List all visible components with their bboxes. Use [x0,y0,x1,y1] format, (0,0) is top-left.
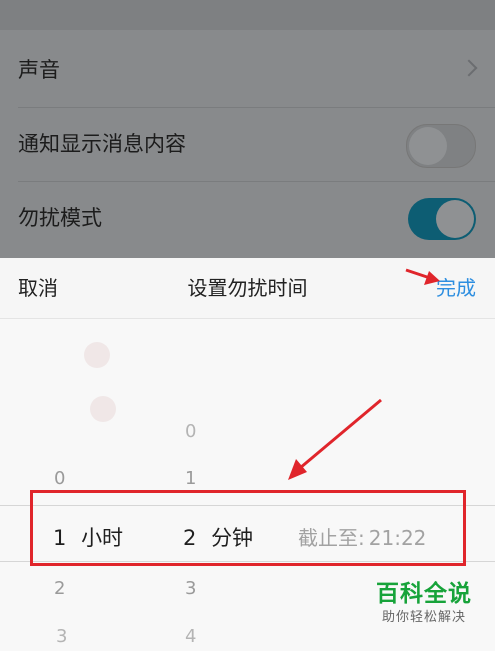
toggle-knob [409,127,447,165]
done-button[interactable]: 完成 [436,258,476,318]
hour-option[interactable]: 3 [56,626,67,647]
settings-background: 声音 通知显示消息内容 勿扰模式 [0,0,495,258]
watermark-subtitle: 助你轻松解决 [381,610,466,625]
settings-row-notification-content: 通知显示消息内容 [0,108,495,180]
watermark-title: 百科全说 [376,581,472,607]
cancel-button[interactable]: 取消 [18,258,58,318]
notification-content-toggle[interactable] [406,124,476,168]
chevron-right-icon [460,59,478,77]
settings-row-label: 声音 [18,58,60,82]
watermark-logo: 百科全说 助你轻松解决 [363,579,485,643]
minute-option[interactable]: 0 [185,421,196,442]
hour-option[interactable]: 0 [54,468,65,489]
do-not-disturb-toggle[interactable] [408,198,476,240]
minute-option[interactable]: 3 [185,578,196,599]
settings-row-label: 通知显示消息内容 [18,132,186,156]
minute-option[interactable]: 1 [185,468,196,489]
sheet-title: 设置勿扰时间 [187,276,308,300]
minute-option[interactable]: 4 [185,626,196,647]
settings-row-do-not-disturb: 勿扰模式 [0,182,495,254]
ghost-mark [90,396,116,422]
toggle-knob [436,200,474,238]
top-bar [0,0,495,30]
annotation-highlight-box [30,490,466,566]
ghost-mark [84,342,110,368]
sheet-header: 设置勿扰时间 取消 完成 [0,258,495,319]
settings-row-sound[interactable]: 声音 [0,34,495,106]
settings-row-label: 勿扰模式 [18,206,102,230]
hour-option[interactable]: 2 [54,578,65,599]
